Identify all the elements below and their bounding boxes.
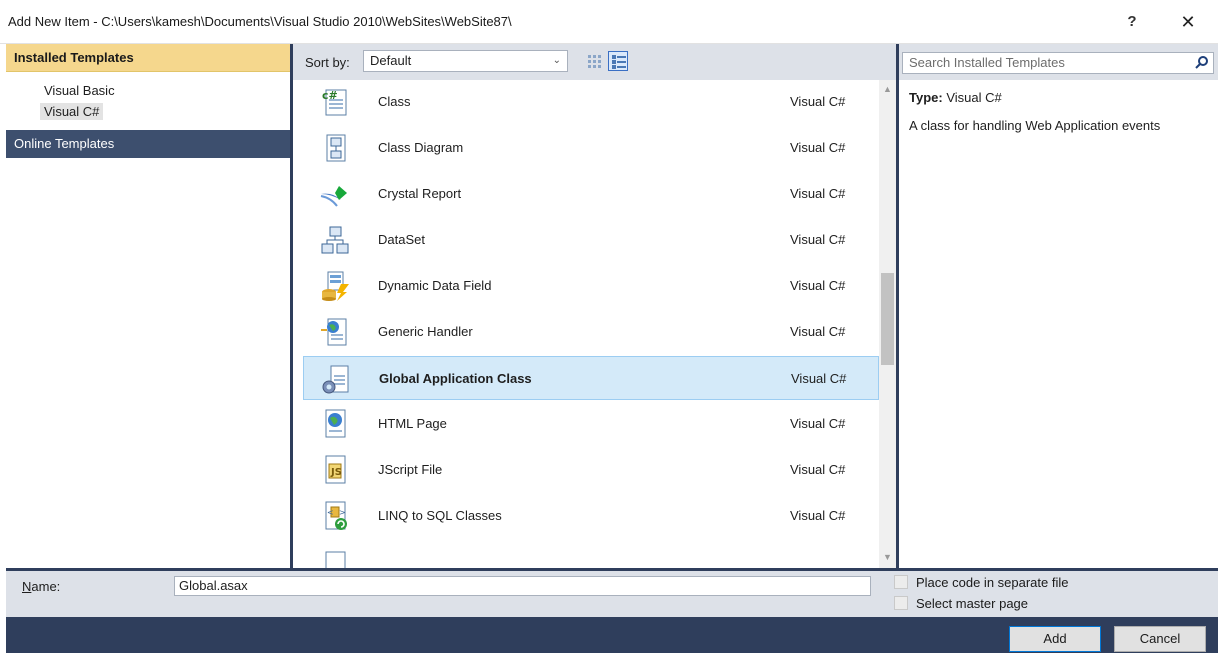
online-templates-header[interactable]: Online Templates [6,130,290,158]
place-code-label: Place code in separate file [916,575,1069,590]
sort-by-label: Sort by: [305,55,350,70]
sort-toolbar: Sort by: Default ⌄ [293,44,896,80]
template-description: A class for handling Web Application eve… [909,118,1161,133]
select-master-checkbox[interactable] [894,596,908,610]
add-button[interactable]: Add [1009,626,1101,652]
details-pane: Search Installed Templates Type: Visual … [899,44,1218,568]
template-item-dataset[interactable]: DataSet Visual C# [303,218,879,262]
search-icon[interactable] [1195,55,1209,69]
svg-text:JS: JS [330,467,342,478]
template-item-jscript-file[interactable]: JS JScript File Visual C# [303,448,879,492]
dynamic-data-field-icon [322,271,349,301]
template-name: HTML Page [378,416,447,431]
template-language: Visual C# [790,232,846,247]
file-icon [325,551,346,568]
template-language: Visual C# [790,508,846,523]
template-item-global-application-class[interactable]: Global Application Class Visual C# [303,356,879,400]
type-value: Visual C# [946,90,1002,105]
search-placeholder: Search Installed Templates [909,55,1065,70]
jscript-file-icon: JS [325,455,346,484]
svg-text:>: > [339,508,346,517]
template-item-linq-to-sql-classes[interactable]: < > LINQ to SQL Classes Visual C# [303,494,879,538]
template-language: Visual C# [790,186,846,201]
template-tree-pane: Installed Templates Visual Basic Visual … [6,44,290,568]
svg-text:c#: c# [322,89,338,102]
name-input[interactable]: Global.asax [174,576,871,596]
template-name: Global Application Class [379,371,532,386]
cancel-button[interactable]: Cancel [1114,626,1206,652]
scrollbar-thumb[interactable] [881,273,894,365]
template-list-scrollbar[interactable]: ▲ ▼ [879,80,896,568]
generic-handler-icon [321,318,347,346]
crystal-report-icon [320,186,347,207]
tree-item-visual-basic[interactable]: Visual Basic [40,82,119,99]
button-bar: Add Cancel [6,617,1218,653]
class-icon: c# [322,89,347,116]
template-list-pane: Sort by: Default ⌄ c# Class Visual C# Cl… [293,44,896,568]
template-item-dynamic-data-field[interactable]: Dynamic Data Field Visual C# [303,264,879,308]
type-label: Type: [909,90,943,105]
global-application-class-icon [322,365,349,394]
template-language: Visual C# [790,462,846,477]
small-icons-view-icon [588,55,601,68]
small-icons-view-button[interactable] [584,51,604,71]
template-language: Visual C# [790,140,846,155]
window-title: Add New Item - C:\Users\kamesh\Documents… [8,14,512,29]
template-item-partial[interactable] [303,540,879,568]
place-code-checkbox-row[interactable]: Place code in separate file [894,575,1068,590]
select-master-label: Select master page [916,596,1029,611]
template-language: Visual C# [790,94,846,109]
help-button[interactable]: ? [1112,6,1152,38]
medium-icons-view-button[interactable] [608,51,628,71]
name-label-rest: ame: [31,579,61,594]
template-language: Visual C# [790,324,846,339]
template-language: Visual C# [790,278,846,293]
list-view-icon [612,55,626,69]
name-row: Name: Global.asax Place code in separate… [6,571,1218,617]
search-bar-area: Search Installed Templates [899,44,1218,80]
template-item-generic-handler[interactable]: Generic Handler Visual C# [303,310,879,354]
template-name: JScript File [378,462,443,477]
chevron-down-icon: ⌄ [552,55,561,66]
template-language: Visual C# [790,416,846,431]
installed-templates-header[interactable]: Installed Templates [6,44,290,72]
place-code-checkbox[interactable] [894,575,908,589]
template-name: Crystal Report [378,186,462,201]
close-button[interactable]: ✕ [1164,6,1212,38]
template-name: LINQ to SQL Classes [378,508,502,523]
template-name: Class Diagram [378,140,464,155]
class-diagram-icon [326,134,346,162]
template-name: DataSet [378,232,425,247]
template-item-crystal-report[interactable]: Crystal Report Visual C# [303,172,879,216]
scroll-down-icon[interactable]: ▼ [879,552,896,562]
dataset-icon [321,226,349,254]
html-page-icon [325,409,346,438]
name-label: Name: [22,579,61,594]
dialog-body: Installed Templates Visual Basic Visual … [6,44,1218,653]
title-bar: Add New Item - C:\Users\kamesh\Documents… [0,0,1218,44]
template-list: c# Class Visual C# Class Diagram Visual … [293,80,896,568]
svg-text:<: < [327,508,334,517]
type-line: Type: Visual C# [909,90,1002,105]
search-installed-templates-input[interactable]: Search Installed Templates [902,52,1214,74]
template-name: Generic Handler [378,324,473,339]
sort-by-dropdown[interactable]: Default ⌄ [363,50,568,72]
template-item-html-page[interactable]: HTML Page Visual C# [303,402,879,446]
tree-item-visual-csharp[interactable]: Visual C# [40,103,104,120]
select-master-checkbox-row[interactable]: Select master page [894,596,1028,611]
sort-by-value: Default [370,53,412,68]
template-item-class-diagram[interactable]: Class Diagram Visual C# [303,126,879,170]
template-language: Visual C# [791,371,847,386]
template-name: Dynamic Data Field [378,278,492,293]
template-name: Class [378,94,411,109]
template-item-class[interactable]: c# Class Visual C# [303,80,879,124]
linq-to-sql-icon: < > [325,501,347,530]
scroll-up-icon[interactable]: ▲ [879,84,896,94]
